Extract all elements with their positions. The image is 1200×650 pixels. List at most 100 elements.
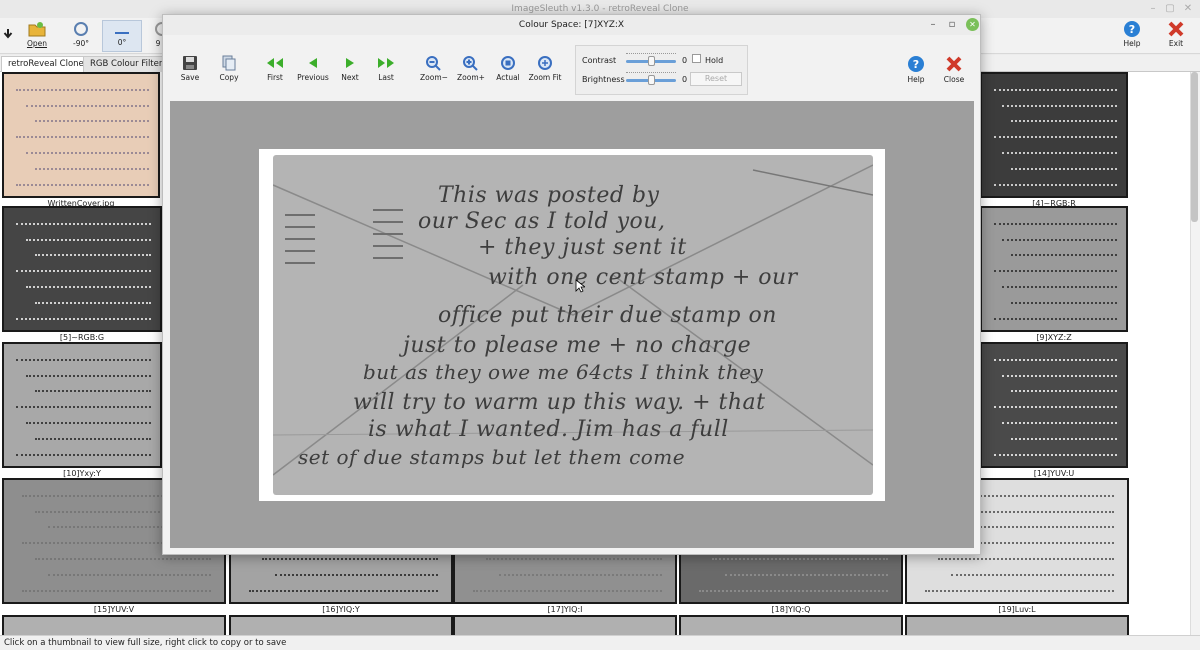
photo-frame: This was posted by our Sec as I told you…: [259, 149, 885, 501]
dialog-help-label: Help: [907, 75, 925, 84]
first-label: First: [267, 73, 283, 82]
zoom-out-button[interactable]: Zoom−: [420, 55, 448, 82]
brightness-slider-knob[interactable]: [647, 75, 655, 85]
first-button[interactable]: First: [263, 55, 287, 82]
scrollbar-thumb[interactable]: [1191, 72, 1198, 222]
handwriting-line: with one cent stamp + our: [488, 265, 798, 290]
zoom-in-button[interactable]: Zoom+: [457, 55, 485, 82]
open-label: Open: [26, 39, 48, 48]
zoom-fit-label: Zoom Fit: [528, 73, 562, 82]
exit-button[interactable]: Exit: [1164, 20, 1188, 48]
close-icon[interactable]: ✕: [1182, 3, 1194, 15]
help-label: Help: [1123, 39, 1141, 48]
handwriting-line: just to please me + no charge: [403, 333, 752, 358]
status-bar: Click on a thumbnail to view full size, …: [0, 635, 1200, 650]
rotate-left-button[interactable]: -90°: [68, 20, 94, 48]
adjustment-panel: Contrast 0 Hold Brightness 0 Reset: [575, 45, 748, 95]
dialog-help-button[interactable]: ? Help: [905, 55, 927, 84]
reset-button[interactable]: Reset: [690, 72, 742, 86]
thumbnail[interactable]: [679, 615, 903, 635]
thumbnail[interactable]: [14]YUV:U: [980, 342, 1128, 480]
contrast-slider[interactable]: [626, 53, 676, 66]
thumbnail[interactable]: [5]~RGB:G: [2, 206, 162, 344]
download-arrow-icon[interactable]: [3, 28, 13, 42]
thumbnail-image: [2, 206, 162, 332]
thumbnail-image: [980, 342, 1128, 468]
save-button[interactable]: Save: [179, 55, 201, 82]
brightness-slider[interactable]: [626, 72, 676, 85]
thumbnail-image: [2, 342, 162, 468]
exit-icon: [1168, 21, 1184, 37]
image-viewer-canvas[interactable]: This was posted by our Sec as I told you…: [170, 101, 974, 548]
zoom-in-icon: [463, 56, 478, 71]
dialog-close-icon[interactable]: ✕: [966, 18, 979, 31]
thumbnail-image: [679, 615, 903, 635]
last-icon: [378, 58, 394, 68]
thumbnail[interactable]: [229, 615, 453, 635]
thumbnail-image: [980, 72, 1128, 198]
rotate-zero-icon: [115, 32, 129, 34]
handwriting-line: This was posted by: [438, 183, 660, 208]
mouse-cursor-icon: [575, 279, 585, 293]
handwriting-line: our Sec as I told you,: [418, 209, 666, 234]
previous-button[interactable]: Previous: [297, 55, 329, 82]
minimize-icon[interactable]: –: [1147, 3, 1159, 15]
actual-size-button[interactable]: Actual: [496, 55, 520, 82]
previous-label: Previous: [297, 73, 329, 82]
dialog-help-icon: ?: [908, 56, 924, 72]
handwriting-line: + they just sent it: [478, 235, 687, 260]
dialog-maximize-icon[interactable]: ▫: [946, 19, 958, 31]
hold-checkbox[interactable]: [692, 54, 701, 63]
dialog-close-x-icon: [946, 56, 962, 72]
dialog-title: Colour Space: [7]XYZ:X: [163, 15, 980, 35]
last-button[interactable]: Last: [375, 55, 397, 82]
rotate-right-label: 9: [155, 39, 161, 48]
dialog-close-button[interactable]: Close: [942, 55, 966, 84]
svg-text:?: ?: [913, 58, 919, 71]
contrast-slider-knob[interactable]: [647, 56, 655, 66]
thumbnail-image: [2, 72, 160, 198]
dialog-close-label: Close: [943, 75, 965, 84]
zoom-in-label: Zoom+: [457, 73, 485, 82]
rotate-left-label: -90°: [73, 39, 89, 48]
next-label: Next: [341, 73, 359, 82]
zoom-fit-button[interactable]: Zoom Fit: [528, 55, 562, 82]
open-button[interactable]: Open: [24, 20, 50, 48]
brightness-label: Brightness: [582, 75, 625, 84]
copy-icon: [222, 55, 236, 71]
help-button[interactable]: ? Help: [1120, 20, 1144, 48]
save-label: Save: [180, 73, 200, 82]
thumbnail-image: [229, 615, 453, 635]
last-label: Last: [378, 73, 394, 82]
thumbnail-image: [2, 615, 226, 635]
rotate-zero-label: 0°: [117, 38, 127, 47]
handwriting-line: office put their due stamp on: [438, 303, 777, 328]
thumbnail-image: [453, 615, 677, 635]
hold-label: Hold: [705, 56, 724, 65]
handwriting-line: set of due stamps but let them come: [298, 445, 686, 469]
tab-retroreveal-clone[interactable]: retroReveal Clone: [1, 56, 91, 72]
thumbnail[interactable]: [453, 615, 677, 635]
contrast-value: 0: [682, 56, 688, 65]
thumbnail-image: [980, 206, 1128, 332]
tab-rgb-colour-filter[interactable]: RGB Colour Filter: [83, 56, 170, 72]
zoom-fit-icon: [538, 56, 552, 70]
dialog-minimize-icon[interactable]: –: [927, 19, 939, 31]
maximize-icon[interactable]: ▢: [1164, 3, 1176, 15]
rotate-left-icon: [74, 22, 88, 36]
zoom-out-label: Zoom−: [420, 73, 448, 82]
image-viewer-dialog: Colour Space: [7]XYZ:X – ▫ ✕ Save Copy F…: [162, 14, 981, 555]
thumbnail-image: [905, 615, 1129, 635]
envelope-image: This was posted by our Sec as I told you…: [273, 155, 873, 495]
thumbnail[interactable]: [4]~RGB:R: [980, 72, 1128, 210]
next-icon: [346, 58, 354, 68]
thumbnail[interactable]: [905, 615, 1129, 635]
thumbnail[interactable]: [10]Yxy:Y: [2, 342, 162, 480]
thumbnail[interactable]: [9]XYZ:Z: [980, 206, 1128, 344]
rotate-zero-button[interactable]: 0°: [102, 20, 142, 52]
next-button[interactable]: Next: [339, 55, 361, 82]
thumbnail[interactable]: [2, 615, 226, 635]
thumbnail[interactable]: WrittenCover.jpg: [2, 72, 160, 210]
copy-button[interactable]: Copy: [217, 55, 241, 82]
copy-label: Copy: [219, 73, 239, 82]
